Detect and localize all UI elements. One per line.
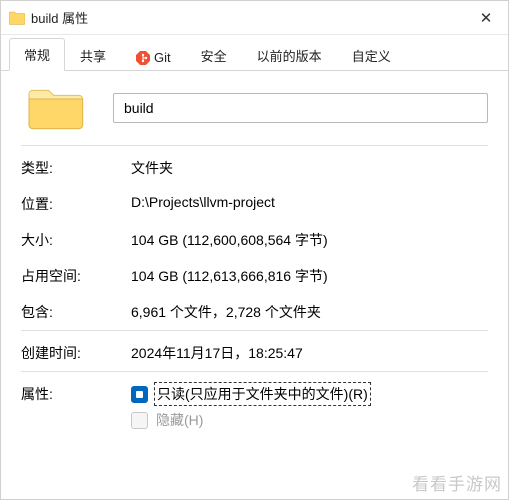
titlebar: build 属性 ✕ xyxy=(1,1,508,35)
attributes-label: 属性: xyxy=(21,384,131,404)
tab-sharing[interactable]: 共享 xyxy=(65,39,121,71)
created-label: 创建时间: xyxy=(21,343,131,363)
folder-name-input[interactable]: build xyxy=(113,93,488,123)
tab-previous-versions[interactable]: 以前的版本 xyxy=(242,39,337,71)
type-value: 文件夹 xyxy=(131,158,488,178)
git-icon xyxy=(136,51,150,65)
attributes-section: 属性: 只读(只应用于文件夹中的文件)(R) 隐藏(H) xyxy=(21,384,488,430)
tab-security[interactable]: 安全 xyxy=(186,39,242,71)
properties-grid: 类型: 文件夹 位置: D:\Projects\llvm-project 大小:… xyxy=(21,158,488,322)
close-button[interactable]: ✕ xyxy=(474,6,498,30)
location-label: 位置: xyxy=(21,194,131,214)
readonly-label[interactable]: 只读(只应用于文件夹中的文件)(R) xyxy=(156,384,369,404)
contains-label: 包含: xyxy=(21,302,131,322)
separator xyxy=(21,330,488,331)
folder-icon xyxy=(9,11,25,25)
tab-strip: 常规 共享 Git 安全 以前的版本 自定义 xyxy=(1,35,508,71)
tab-panel-general: build 类型: 文件夹 位置: D:\Projects\llvm-proje… xyxy=(1,71,508,499)
readonly-checkbox[interactable] xyxy=(131,386,148,403)
tab-general[interactable]: 常规 xyxy=(9,38,65,71)
location-value: D:\Projects\llvm-project xyxy=(131,194,488,214)
hidden-checkbox[interactable] xyxy=(131,412,148,429)
tab-git-label: Git xyxy=(154,50,171,65)
size-label: 大小: xyxy=(21,230,131,250)
separator xyxy=(21,371,488,372)
type-label: 类型: xyxy=(21,158,131,178)
size-value: 104 GB (112,600,608,564 字节) xyxy=(131,230,488,250)
window-title: build 属性 xyxy=(31,8,474,27)
readonly-row: 只读(只应用于文件夹中的文件)(R) xyxy=(131,384,488,404)
separator xyxy=(21,145,488,146)
tab-git[interactable]: Git xyxy=(121,43,186,71)
hidden-row: 隐藏(H) xyxy=(131,410,488,430)
properties-dialog: build 属性 ✕ 常规 共享 Git 安全 以前的版本 自定义 build xyxy=(0,0,509,500)
contains-value: 6,961 个文件，2,728 个文件夹 xyxy=(131,302,488,322)
created-value: 2024年11月17日，18:25:47 xyxy=(131,343,488,363)
header-row: build xyxy=(21,85,488,131)
folder-large-icon xyxy=(27,85,85,131)
tab-customize[interactable]: 自定义 xyxy=(337,39,406,71)
sizeondisk-value: 104 GB (112,613,666,816 字节) xyxy=(131,266,488,286)
hidden-label[interactable]: 隐藏(H) xyxy=(156,410,203,430)
created-row: 创建时间: 2024年11月17日，18:25:47 xyxy=(21,343,488,363)
sizeondisk-label: 占用空间: xyxy=(21,266,131,286)
